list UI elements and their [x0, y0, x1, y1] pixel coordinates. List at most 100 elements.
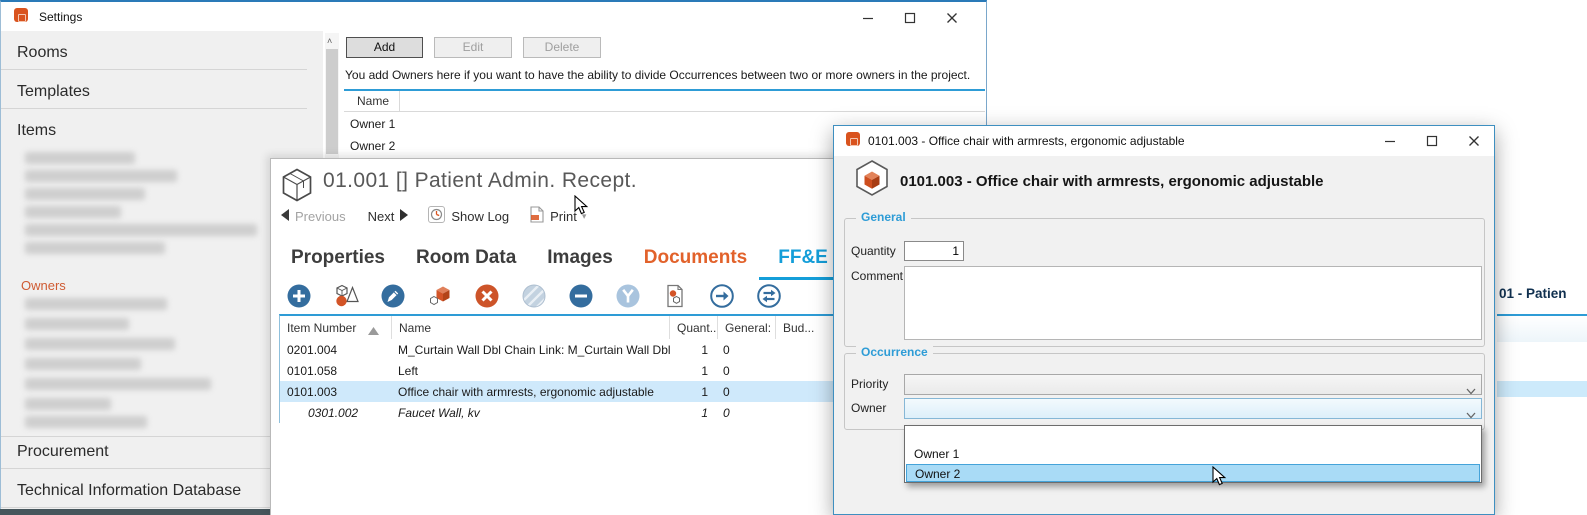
general-groupbox-label: General: [856, 210, 911, 224]
occurrence-groupbox-label: Occurrence: [856, 345, 933, 359]
redacted-sidebar-item[interactable]: [25, 338, 175, 350]
items-table-header[interactable]: Item Number Name Quant... General: Bud..…: [280, 316, 839, 339]
next-arrow-icon[interactable]: [400, 209, 408, 224]
app-logo-icon: [846, 132, 863, 149]
minimize-icon[interactable]: [862, 12, 874, 24]
redacted-sidebar-item[interactable]: [25, 188, 145, 200]
occurrence-dialog: 0101.003 - Office chair with armrests, e…: [833, 125, 1495, 515]
scroll-up-icon[interactable]: ˄︎: [327, 36, 332, 46]
remove-item-icon[interactable]: [568, 283, 594, 309]
table-row[interactable]: 0201.004 M_Curtain Wall Dbl Chain Link: …: [280, 339, 839, 360]
copy-item-icon[interactable]: [427, 283, 453, 309]
print-button[interactable]: Print: [550, 209, 577, 224]
item-document-icon[interactable]: [662, 283, 688, 309]
delete-item-icon[interactable]: [474, 283, 500, 309]
background-selected-row: [1497, 381, 1587, 397]
redacted-sidebar-item[interactable]: [25, 152, 135, 164]
app-logo-icon: [14, 8, 31, 25]
next-button[interactable]: Next: [368, 209, 395, 224]
desktop: Settings Rooms Templates Items Owners: [0, 0, 1587, 515]
owner-dropdown[interactable]: [904, 398, 1482, 419]
redacted-sidebar-item[interactable]: [25, 224, 257, 236]
items-table: Item Number Name Quant... General: Bud..…: [279, 314, 839, 423]
tab-documents[interactable]: Documents: [644, 247, 747, 269]
priority-label: Priority: [851, 377, 888, 391]
dropdown-option-owner1[interactable]: Owner 1: [906, 445, 1480, 464]
sidebar-item-technical-information-database[interactable]: Technical Information Database: [17, 482, 241, 500]
swap-icon[interactable]: [756, 283, 782, 309]
quantity-input[interactable]: [904, 241, 964, 261]
background-header-band: [1497, 316, 1587, 342]
previous-arrow-icon[interactable]: [281, 209, 289, 224]
maximize-icon[interactable]: [1426, 135, 1438, 147]
background-window-fragment: 01 - Patien: [1497, 230, 1587, 515]
sidebar-item-procurement[interactable]: Procurement: [17, 443, 109, 461]
active-tab-underline: [759, 277, 839, 280]
tab-room-data[interactable]: Room Data: [416, 247, 516, 269]
owners-column-name[interactable]: Name: [357, 94, 389, 108]
chevron-down-icon: [1466, 406, 1476, 425]
edit-item-icon[interactable]: [380, 283, 406, 309]
minimize-icon[interactable]: [1384, 135, 1396, 147]
edit-button[interactable]: Edit: [434, 37, 512, 58]
redacted-sidebar-item[interactable]: [25, 170, 177, 182]
maximize-icon[interactable]: [904, 12, 916, 24]
dialog-titlebar[interactable]: 0101.003 - Office chair with armrests, e…: [834, 126, 1494, 156]
owner-dropdown-list: Owner 1 Owner 2: [904, 425, 1482, 483]
redacted-sidebar-item[interactable]: [25, 398, 111, 410]
add-item-icon[interactable]: [286, 283, 312, 309]
background-window-title: 01 - Patien: [1499, 286, 1567, 301]
sidebar-item-items[interactable]: Items: [17, 122, 56, 140]
table-row-child[interactable]: 0301.002 Faucet Wall, kv 1 0: [280, 402, 839, 423]
dialog-header-title: 0101.003 - Office chair with armrests, e…: [900, 173, 1324, 190]
owners-description: You add Owners here if you want to have …: [345, 68, 970, 82]
redacted-sidebar-item[interactable]: [25, 416, 147, 428]
print-icon[interactable]: [529, 206, 544, 226]
sort-ascending-icon: [368, 324, 379, 338]
close-icon[interactable]: [946, 12, 958, 24]
redacted-sidebar-item[interactable]: [25, 298, 167, 310]
ffe-toolbar: [286, 283, 782, 309]
previous-button[interactable]: Previous: [295, 209, 346, 224]
close-icon[interactable]: [1468, 135, 1480, 147]
room-cube-icon: [279, 167, 315, 208]
redacted-sidebar-item[interactable]: [25, 358, 141, 370]
owners-table-header[interactable]: Name: [344, 91, 985, 112]
settings-window-title: Settings: [39, 10, 82, 24]
dropdown-option-blank[interactable]: [906, 427, 1480, 445]
redacted-sidebar-item[interactable]: [25, 242, 165, 254]
comment-label: Comment: [851, 269, 903, 283]
sidebar-item-templates[interactable]: Templates: [17, 83, 90, 101]
sidebar-item-rooms[interactable]: Rooms: [17, 44, 68, 62]
tab-images[interactable]: Images: [547, 247, 612, 269]
item-shapes-icon[interactable]: [333, 283, 359, 309]
redacted-sidebar-item[interactable]: [25, 206, 121, 218]
show-log-icon[interactable]: [428, 206, 445, 226]
owner-label: Owner: [851, 401, 886, 415]
settings-titlebar[interactable]: Settings: [1, 2, 986, 31]
tab-properties[interactable]: Properties: [291, 247, 385, 269]
comment-input[interactable]: [904, 266, 1482, 340]
table-row-selected[interactable]: 0101.003 Office chair with armrests, erg…: [280, 381, 839, 402]
redacted-sidebar-item[interactable]: [25, 318, 129, 330]
column-general[interactable]: General:: [718, 316, 776, 339]
next-occurrence-icon[interactable]: [709, 283, 735, 309]
item-cube-icon: [852, 158, 892, 203]
quantity-label: Quantity: [851, 244, 896, 258]
print-dropdown-caret-icon[interactable]: ▾: [582, 211, 587, 222]
show-log-button[interactable]: Show Log: [451, 209, 509, 224]
priority-dropdown[interactable]: 0 - Not defined: [904, 374, 1482, 395]
room-title: 01.001 [] Patient Admin. Recept.: [323, 169, 637, 193]
dropdown-option-owner2-highlighted[interactable]: Owner 2: [906, 464, 1480, 482]
column-item-number[interactable]: Item Number: [280, 316, 392, 339]
tab-ffe[interactable]: FF&E: [778, 247, 828, 269]
sidebar-item-owners[interactable]: Owners: [21, 278, 66, 293]
column-quantity[interactable]: Quant...: [670, 316, 718, 339]
add-button[interactable]: Add: [346, 37, 423, 58]
column-budget[interactable]: Bud...: [776, 316, 840, 339]
redacted-sidebar-item[interactable]: [25, 378, 211, 390]
scrollbar-thumb[interactable]: [326, 49, 338, 154]
table-row[interactable]: 0101.058 Left 1 0: [280, 360, 839, 381]
delete-button[interactable]: Delete: [523, 37, 601, 58]
column-name[interactable]: Name: [392, 316, 670, 339]
